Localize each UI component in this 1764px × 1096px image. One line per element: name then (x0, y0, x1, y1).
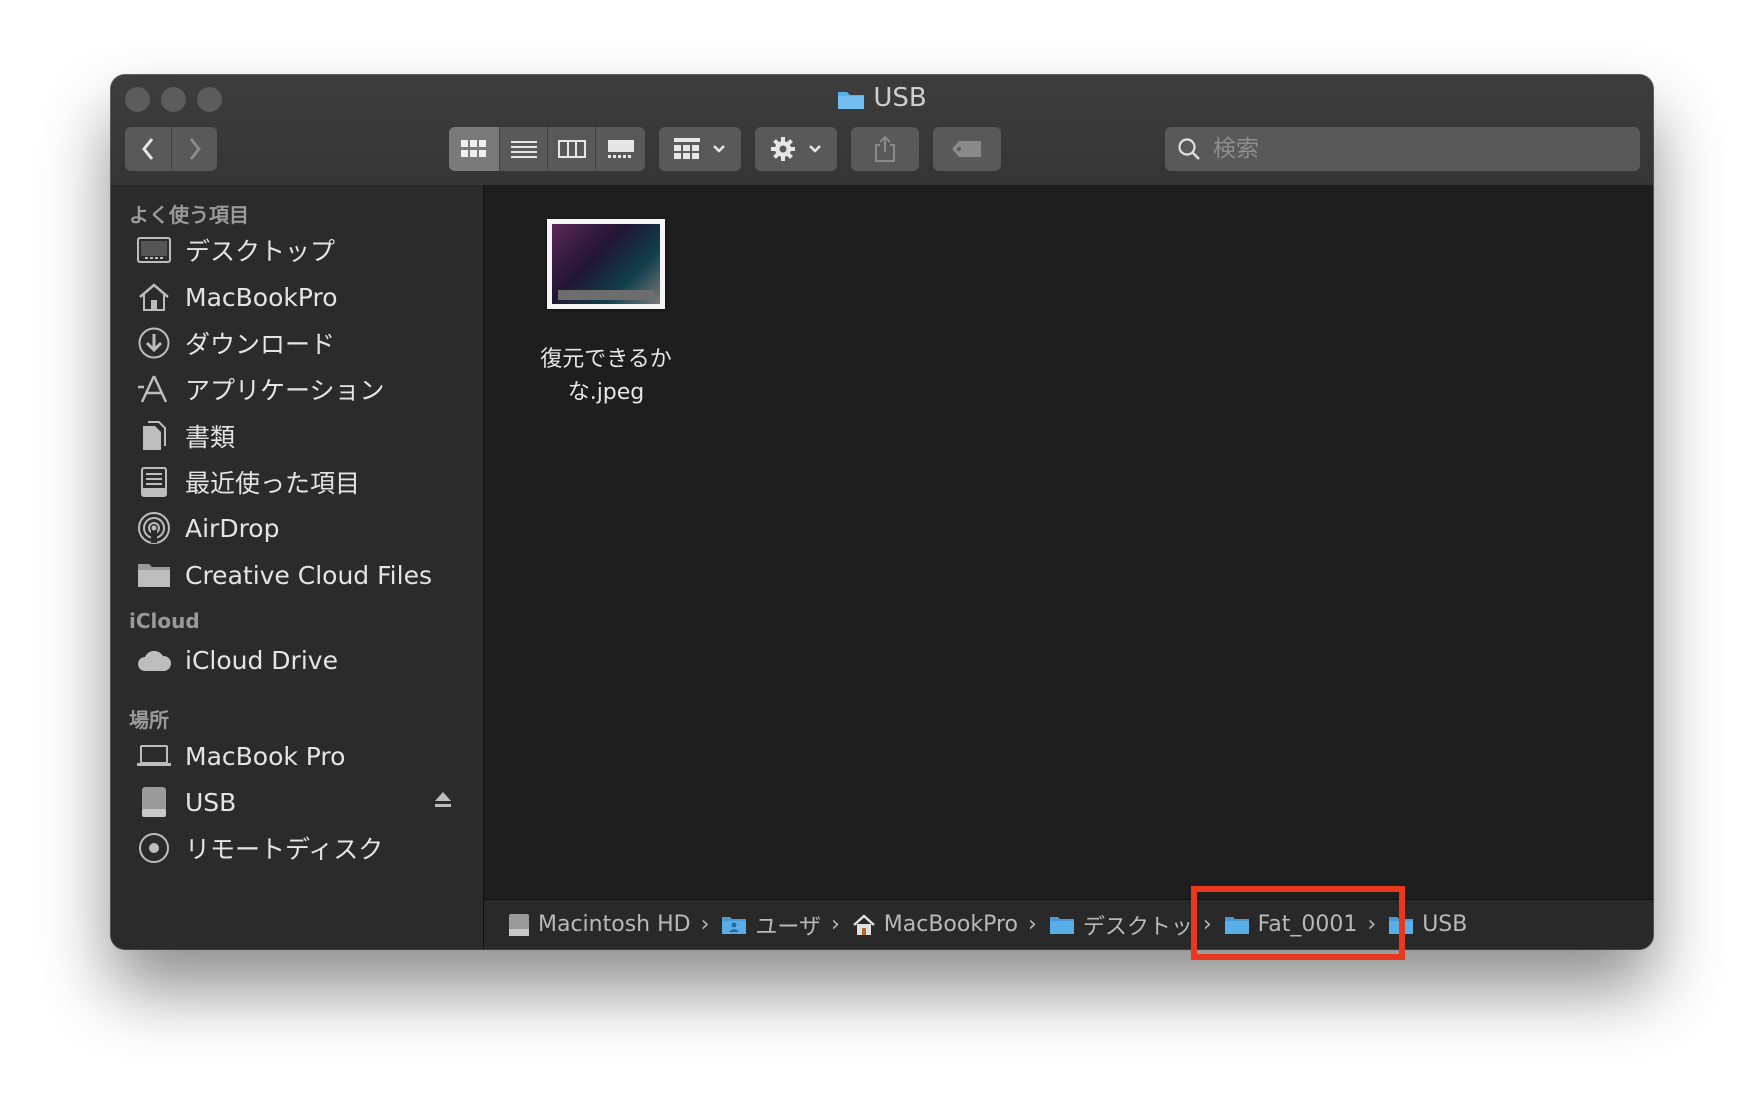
group-by-icon (674, 138, 700, 159)
list-view-button[interactable] (499, 127, 547, 171)
tag-icon (952, 141, 981, 157)
sidebar-item-icloud-drive[interactable]: iCloud Drive (135, 638, 483, 682)
chevron-down-icon (809, 145, 821, 153)
search-field[interactable] (1165, 127, 1640, 171)
icon-view-button[interactable] (449, 127, 499, 171)
applications-icon (135, 370, 173, 408)
sidebar-item-home[interactable]: MacBookPro (135, 275, 483, 319)
sidebar-item-airdrop[interactable]: AirDrop (135, 506, 483, 550)
eject-icon[interactable] (433, 790, 453, 814)
sidebar-item-recents[interactable]: 最近使った項目 (135, 460, 483, 504)
cloud-icon (135, 641, 173, 679)
sidebar-item-desktop[interactable]: デスクトップ (135, 228, 483, 272)
icloud-header: iCloud (129, 609, 200, 633)
folder-icon (1049, 915, 1075, 935)
users-folder-icon (721, 915, 747, 935)
sidebar-item-label: 書類 (185, 423, 236, 452)
desktop-icon (135, 231, 173, 269)
sidebar-item-label: リモートディスク (185, 835, 384, 864)
sidebar-item-label: MacBook Pro (185, 741, 346, 771)
airdrop-icon (135, 509, 173, 547)
back-button[interactable] (125, 127, 171, 171)
sidebar-item-label: デスクトップ (185, 237, 336, 266)
sidebar-item-creative-cloud[interactable]: Creative Cloud Files (135, 553, 483, 597)
finder-window: USB 検索 よく使う項目 デスクトップ MacBookPro ダウンロード ア… (111, 75, 1653, 949)
remote-disc-icon (135, 829, 173, 867)
tag-button[interactable] (933, 127, 1001, 171)
external-drive-icon (135, 783, 173, 821)
sidebar-item-label: USB (185, 787, 237, 817)
sidebar-item-remote-disc[interactable]: リモートディスク (135, 826, 483, 870)
sidebar-item-usb[interactable]: USB (135, 780, 483, 824)
folder-icon (837, 87, 865, 117)
sidebar-item-label: アプリケーション (185, 376, 385, 405)
highlight-annotation-box (1191, 886, 1405, 960)
laptop-icon (135, 737, 173, 775)
sidebar-item-documents[interactable]: 書類 (135, 414, 483, 458)
gear-icon (771, 137, 795, 161)
action-button[interactable] (755, 127, 837, 171)
home-icon (852, 913, 876, 936)
hard-drive-icon (508, 913, 530, 937)
sidebar-item-label: Creative Cloud Files (185, 560, 432, 590)
chevron-down-icon (713, 145, 725, 153)
gallery-view-button[interactable] (595, 127, 645, 171)
group-by-menu (659, 127, 741, 171)
group-by-button[interactable] (659, 127, 741, 171)
search-input[interactable] (1211, 135, 1615, 163)
sidebar-item-macbook-pro[interactable]: MacBook Pro (135, 734, 483, 778)
sidebar-item-label: 最近使った項目 (185, 469, 361, 498)
home-icon (135, 278, 173, 316)
gallery-view-icon (607, 140, 634, 158)
icon-view-icon (461, 140, 486, 157)
sidebar-item-label: MacBookPro (185, 282, 338, 312)
downloads-icon (135, 324, 173, 362)
path-item-users[interactable]: ユーザ (721, 909, 821, 941)
image-thumbnail (547, 219, 665, 309)
view-mode-control (449, 127, 645, 171)
folder-icon (135, 556, 173, 594)
list-view-icon (510, 141, 537, 158)
path-bar: Macintosh HD › ユーザ › MacBookPro › デスクトッ … (484, 899, 1653, 949)
path-separator: › (830, 912, 840, 937)
navigation-buttons (125, 127, 217, 171)
file-name: 復元できるか な.jpeg (540, 347, 672, 405)
file-browser: 復元できるか な.jpeg (484, 185, 1653, 899)
tag-control (933, 127, 1001, 171)
locations-header: 場所 (129, 708, 169, 732)
sidebar-item-label: ダウンロード (185, 330, 336, 359)
favorites-header: よく使う項目 (129, 203, 249, 227)
column-view-button[interactable] (547, 127, 595, 171)
share-icon (875, 135, 895, 162)
path-item-macintosh-hd[interactable]: Macintosh HD (508, 912, 691, 937)
title-bar: USB (111, 75, 1653, 186)
path-item-home[interactable]: MacBookPro (852, 912, 1018, 937)
recents-icon (135, 463, 173, 501)
sidebar-item-label: iCloud Drive (185, 645, 338, 675)
chevron-right-icon (189, 138, 201, 160)
file-item[interactable]: 復元できるか な.jpeg (516, 219, 696, 409)
path-separator: › (1028, 912, 1037, 937)
window-title: USB (111, 83, 1653, 117)
sidebar-item-label: AirDrop (185, 513, 280, 543)
documents-icon (135, 417, 173, 455)
path-separator: › (700, 912, 710, 937)
path-item-desktop[interactable]: デスクトッ (1049, 909, 1193, 941)
chevron-left-icon (142, 138, 154, 160)
sidebar-item-applications[interactable]: アプリケーション (135, 367, 483, 411)
share-control (851, 127, 919, 171)
forward-button[interactable] (171, 127, 217, 171)
column-view-icon (557, 140, 586, 158)
sidebar-item-downloads[interactable]: ダウンロード (135, 321, 483, 365)
share-button[interactable] (851, 127, 919, 171)
sidebar: よく使う項目 デスクトップ MacBookPro ダウンロード アプリケーション… (111, 185, 484, 949)
action-menu (755, 127, 837, 171)
search-icon (1178, 138, 1200, 160)
